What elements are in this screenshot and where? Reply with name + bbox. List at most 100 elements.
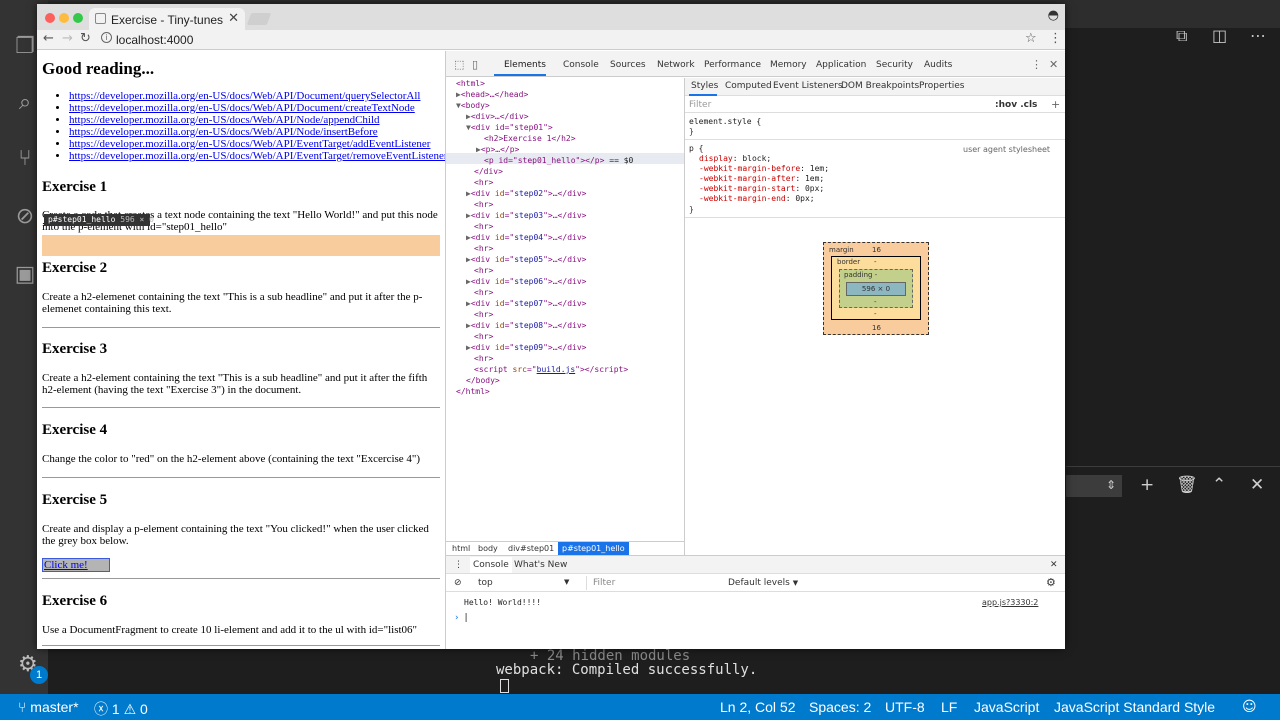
minimize-window-button[interactable] — [59, 13, 69, 23]
console-prompt[interactable]: › | — [454, 613, 469, 623]
tab-exercise[interactable]: Exercise - Tiny-tunes ✕ — [89, 8, 245, 30]
device-toolbar-icon[interactable]: ▯ — [472, 58, 478, 71]
link[interactable]: https://developer.mozilla.org/en-US/docs… — [69, 150, 445, 162]
dom-node-hr[interactable]: <hr> — [474, 309, 493, 320]
dom-node-hr[interactable]: <hr> — [474, 265, 493, 276]
dom-node[interactable]: ▼<body> — [456, 100, 490, 111]
dom-node-hr[interactable]: <hr> — [474, 353, 493, 364]
address-bar[interactable]: i localhost:4000 — [97, 31, 1037, 48]
incognito-icon[interactable]: ◓ — [1048, 8, 1059, 23]
css-rule-selector[interactable]: p { — [689, 144, 703, 154]
linter-status[interactable]: JavaScript Standard Style — [1054, 699, 1215, 715]
close-tab-icon[interactable]: ✕ — [228, 11, 239, 26]
language-mode[interactable]: JavaScript — [974, 699, 1039, 715]
close-window-button[interactable] — [45, 13, 55, 23]
new-style-rule-icon[interactable]: + — [1051, 98, 1060, 111]
chrome-menu-icon[interactable]: ⋮ — [1049, 31, 1062, 46]
tab-network[interactable]: Network — [657, 60, 695, 70]
tab-elements[interactable]: Elements — [504, 60, 546, 70]
margin-top-value[interactable]: 16 — [872, 246, 881, 254]
console-filter-input[interactable]: Filter — [586, 576, 722, 590]
padding-bottom-value[interactable]: - — [874, 298, 877, 306]
dom-node[interactable]: <script src="build.js"></script> — [474, 364, 628, 375]
explorer-icon[interactable]: ❐ — [12, 34, 38, 60]
tab-dom-breakpoints[interactable]: DOM Breakpoints — [841, 81, 919, 91]
tab-performance[interactable]: Performance — [704, 60, 761, 70]
dom-node-step02[interactable]: ▶<div id="step02">…</div> — [466, 188, 586, 199]
border-top-value[interactable]: - — [874, 258, 877, 266]
open-preview-icon[interactable]: ⧉ — [1176, 26, 1187, 46]
console-log-source-link[interactable]: app.js?3330:2 — [982, 598, 1038, 607]
forward-icon[interactable]: → — [62, 31, 73, 46]
close-devtools-icon[interactable]: ✕ — [1049, 58, 1058, 71]
link[interactable]: https://developer.mozilla.org/en-US/docs… — [69, 102, 415, 114]
dom-node[interactable]: </body> — [466, 375, 500, 386]
feedback-smiley-icon[interactable]: ☺ — [1242, 699, 1257, 715]
trash-icon[interactable]: 🗑 — [1176, 475, 1198, 495]
dom-node-step03[interactable]: ▶<div id="step03">…</div> — [466, 210, 586, 221]
css-declaration[interactable]: display: block; — [699, 154, 771, 164]
dom-node[interactable]: <h2>Exercise 1</h2> — [484, 133, 576, 144]
drawer-tab-console[interactable]: Console — [470, 557, 512, 573]
close-panel-icon[interactable]: ✕ — [1250, 475, 1264, 495]
dom-node-step09[interactable]: ▶<div id="step09">…</div> — [466, 342, 586, 353]
problems-item[interactable]: ⓧ 1 ⚠ 0 — [94, 699, 148, 719]
eol[interactable]: LF — [941, 699, 957, 715]
tab-memory[interactable]: Memory — [770, 60, 807, 70]
new-terminal-icon[interactable]: + — [1140, 475, 1154, 495]
link[interactable]: https://developer.mozilla.org/en-US/docs… — [69, 114, 380, 126]
breadcrumb-item[interactable]: div#step01 — [508, 544, 554, 553]
css-declaration[interactable]: -webkit-margin-end: 0px; — [699, 194, 815, 204]
clear-console-icon[interactable]: ⊘ — [454, 578, 462, 588]
dom-node[interactable]: ▶<p>…</p> — [476, 144, 519, 155]
click-me-box[interactable]: Click me! — [42, 558, 110, 572]
split-editor-icon[interactable]: ◫ — [1212, 26, 1227, 45]
dom-node-hr[interactable]: <hr> — [474, 199, 493, 210]
dom-node[interactable]: ▶<head>…</head> — [456, 89, 528, 100]
dom-node-step08[interactable]: ▶<div id="step08">…</div> — [466, 320, 586, 331]
dom-node-step04[interactable]: ▶<div id="step04">…</div> — [466, 232, 586, 243]
dom-node[interactable]: ▶<div>…</div> — [466, 111, 529, 122]
dom-node[interactable]: <hr> — [474, 177, 493, 188]
inspect-element-icon[interactable]: ⬚ — [454, 58, 464, 71]
dom-node-step05[interactable]: ▶<div id="step05">…</div> — [466, 254, 586, 265]
css-declaration[interactable]: -webkit-margin-after: 1em; — [699, 174, 824, 184]
maximize-window-button[interactable] — [73, 13, 83, 23]
encoding[interactable]: UTF-8 — [885, 699, 925, 715]
tab-sources[interactable]: Sources — [610, 60, 646, 70]
css-declaration[interactable]: -webkit-margin-start: 0px; — [699, 184, 824, 194]
bookmark-star-icon[interactable]: ☆ — [1025, 31, 1037, 46]
extensions-icon[interactable]: ▣ — [12, 262, 38, 288]
back-icon[interactable]: ← — [43, 31, 54, 46]
box-model-content[interactable]: 596 × 0 — [846, 282, 906, 296]
log-levels-dropdown[interactable]: Default levels ▼ — [728, 578, 798, 588]
info-icon[interactable]: i — [101, 32, 112, 43]
indentation[interactable]: Spaces: 2 — [809, 699, 871, 715]
search-icon[interactable]: ⌕ — [12, 90, 38, 116]
border-bottom-value[interactable]: - — [874, 310, 877, 318]
dom-node[interactable]: </html> — [456, 386, 490, 397]
dom-node-hr[interactable]: <hr> — [474, 221, 493, 232]
chevron-up-icon[interactable]: ⌃ — [1212, 475, 1226, 495]
link[interactable]: https://developer.mozilla.org/en-US/docs… — [69, 138, 430, 150]
tab-properties[interactable]: Properties — [919, 81, 964, 91]
cursor-position[interactable]: Ln 2, Col 52 — [720, 699, 796, 715]
dom-node-hr[interactable]: <hr> — [474, 287, 493, 298]
dom-node[interactable]: </div> — [474, 166, 503, 177]
breadcrumb-item-active[interactable]: p#step01_hello — [558, 542, 629, 555]
console-settings-gear-icon[interactable]: ⚙ — [1046, 576, 1056, 589]
link[interactable]: https://developer.mozilla.org/en-US/docs… — [69, 126, 378, 138]
terminal[interactable]: + 24 hidden modules webpack: Compiled su… — [476, 648, 1076, 694]
css-declaration[interactable]: -webkit-margin-before: 1em; — [699, 164, 829, 174]
breadcrumb-item[interactable]: html — [452, 544, 470, 553]
link[interactable]: https://developer.mozilla.org/en-US/docs… — [69, 90, 420, 102]
margin-bottom-value[interactable]: 16 — [872, 324, 881, 332]
element-style-rule[interactable]: element.style { — [689, 117, 761, 127]
dom-node[interactable]: ▼<div id="step01"> — [466, 122, 553, 133]
close-drawer-icon[interactable]: ✕ — [1050, 560, 1058, 570]
dom-node-step07[interactable]: ▶<div id="step07">…</div> — [466, 298, 586, 309]
styles-filter-input[interactable]: Filter — [689, 100, 711, 110]
dom-node-hr[interactable]: <hr> — [474, 331, 493, 342]
tab-application[interactable]: Application — [816, 60, 866, 70]
dom-node-hr[interactable]: <hr> — [474, 243, 493, 254]
